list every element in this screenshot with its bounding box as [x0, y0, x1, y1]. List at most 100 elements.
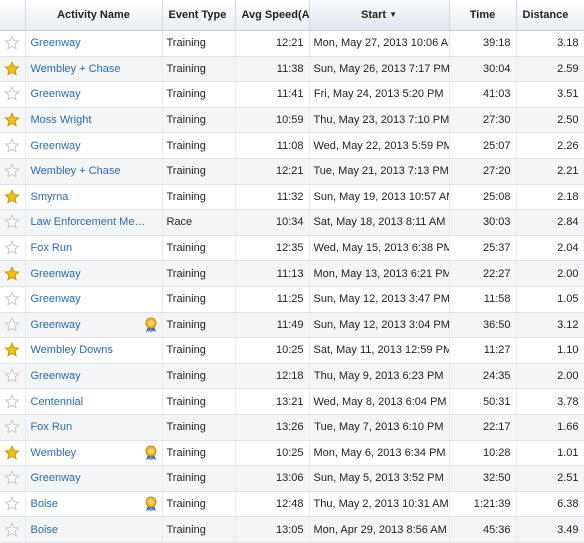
table-row[interactable]: Moss Wright Training 10:59 Thu, May 23, 201…: [0, 107, 584, 134]
star-outline-icon[interactable]: [0, 393, 24, 410]
column-header-avg-speed[interactable]: Avg Speed(Av: [235, 0, 310, 31]
event-type-cell: Training: [162, 107, 236, 134]
avg-speed-cell: 11:32: [235, 184, 310, 211]
star-filled-icon[interactable]: [0, 444, 24, 461]
distance-cell: 1.10: [516, 337, 584, 364]
table-row[interactable]: Smyrna Training 11:32 Sun, May 19, 2013 10:…: [0, 184, 584, 211]
time-cell: 36:50: [449, 312, 517, 339]
activity-name-link[interactable]: Fox Run: [31, 421, 73, 433]
table-row[interactable]: Boise Training 13:05 Mon, Apr 29, 2013 8:56…: [0, 516, 584, 543]
activity-name-link[interactable]: Wembley: [31, 447, 77, 459]
star-outline-icon[interactable]: [0, 137, 24, 154]
star-outline-icon[interactable]: [0, 368, 24, 384]
star-filled-icon[interactable]: [0, 188, 24, 205]
table-row[interactable]: Centennial Training 13:21 Wed, May 8, 2013 …: [0, 388, 584, 415]
activity-name-link[interactable]: Boise: [31, 498, 59, 510]
table-row[interactable]: Greenway Training 11:25 Sun, May 12, 2013 3…: [0, 286, 584, 313]
star-outline-icon[interactable]: [0, 419, 24, 435]
start-cell: Sun, May 19, 2013 10:57 AM: [309, 184, 450, 211]
table-row[interactable]: Boise Training 12:48 Thu, May 2, 2013 10:31…: [0, 491, 584, 518]
distance-cell: 2.50: [516, 107, 584, 134]
activity-name-link[interactable]: Greenway: [31, 370, 81, 382]
column-header-avg-speed-label: Avg Speed(Av: [241, 9, 309, 21]
start-cell: Mon, May 27, 2013 10:06 AM: [309, 30, 450, 57]
table-row[interactable]: Wembley + Chase Training 12:21 Tue, May 21,…: [0, 158, 584, 185]
activity-name-link[interactable]: Greenway: [31, 37, 81, 49]
table-row[interactable]: Greenway Training 11:49 Sun, May 12, 2013 3…: [0, 312, 584, 339]
activity-name-link[interactable]: Greenway: [31, 472, 81, 484]
event-type-cell: Training: [162, 312, 236, 339]
time-cell: 11:58: [449, 286, 517, 313]
star-outline-icon[interactable]: [0, 35, 24, 51]
column-header-activity-name[interactable]: Activity Name: [25, 0, 163, 31]
activity-name-link[interactable]: Boise: [31, 524, 59, 536]
star-filled-icon[interactable]: [0, 60, 24, 77]
activity-name-cell: Smyrna: [25, 184, 163, 211]
star-filled-icon[interactable]: [0, 265, 24, 282]
table-row[interactable]: Wembley Training 10:25 Mon, May 6, 2013 6:3…: [0, 440, 584, 467]
table-row[interactable]: Fox Run Training 13:26 Tue, May 7, 2013 6:1…: [0, 414, 584, 441]
table-row[interactable]: Greenway Training 11:41 Fri, May 24, 2013 5…: [0, 81, 584, 108]
activity-name-cell: Greenway: [25, 286, 163, 313]
table-row[interactable]: Greenway Training 11:13 Mon, May 13, 2013 6…: [0, 260, 584, 287]
table-row[interactable]: Wembley Downs Training 10:25 Sat, May 11, 2…: [0, 337, 584, 364]
start-cell: Tue, May 21, 2013 7:13 PM: [309, 158, 450, 185]
time-cell: 45:36: [449, 516, 517, 543]
activity-name-link[interactable]: Law Enforcement Me…: [31, 216, 146, 228]
table-row[interactable]: Greenway Training 11:08 Wed, May 22, 2013 5…: [0, 132, 584, 159]
distance-cell: 1.66: [516, 414, 584, 441]
column-header-start[interactable]: Start ▼: [309, 0, 450, 31]
activity-name-link[interactable]: Fox Run: [31, 242, 73, 254]
avg-speed-cell: 11:08: [235, 132, 310, 159]
star-filled-icon[interactable]: [0, 342, 24, 358]
activity-name-link[interactable]: Centennial: [31, 396, 84, 408]
favorite-cell: [0, 158, 26, 185]
favorite-cell: [0, 414, 26, 441]
activity-name-link[interactable]: Greenway: [31, 268, 81, 280]
table-row[interactable]: Greenway Training 12:18 Thu, May 9, 2013 6:…: [0, 363, 584, 390]
star-outline-icon[interactable]: [0, 291, 24, 307]
star-outline-icon[interactable]: [0, 316, 24, 333]
activity-name-link[interactable]: Greenway: [31, 88, 81, 100]
star-filled-icon[interactable]: [0, 112, 24, 128]
start-cell: Mon, May 13, 2013 6:21 PM: [309, 260, 450, 287]
avg-speed-cell: 12:48: [235, 491, 310, 518]
avg-speed-cell: 11:25: [235, 286, 310, 313]
time-cell: 50:31: [449, 388, 517, 415]
column-header-favorite[interactable]: [0, 0, 26, 31]
activity-name-link[interactable]: Wembley + Chase: [31, 165, 121, 177]
column-header-time[interactable]: Time: [449, 0, 517, 31]
activity-name-link[interactable]: Wembley + Chase: [31, 63, 121, 75]
table-row[interactable]: Fox Run Training 12:35 Wed, May 15, 2013 6:…: [0, 235, 584, 262]
activity-name-cell: Wembley: [25, 440, 163, 467]
event-type-cell: Training: [162, 363, 236, 390]
table-row[interactable]: Greenway Training 13:06 Sun, May 5, 2013 3:…: [0, 465, 584, 492]
star-outline-icon[interactable]: [0, 214, 24, 230]
favorite-cell: [0, 56, 26, 83]
distance-cell: 3.78: [516, 388, 584, 415]
avg-speed-cell: 12:35: [235, 235, 310, 262]
column-header-event-type[interactable]: Event Type: [162, 0, 236, 31]
avg-speed-cell: 11:49: [235, 312, 310, 339]
activity-name-link[interactable]: Smyrna: [31, 191, 69, 203]
activity-name-link[interactable]: Moss Wright: [31, 114, 92, 126]
star-outline-icon[interactable]: [0, 521, 24, 538]
favorite-cell: [0, 440, 26, 467]
star-outline-icon[interactable]: [0, 86, 24, 102]
column-header-distance[interactable]: Distance: [516, 0, 584, 31]
table-row[interactable]: Law Enforcement Me… Race 10:34 Sat, May 18,…: [0, 209, 584, 236]
star-outline-icon[interactable]: [0, 240, 24, 256]
table-row[interactable]: Wembley + Chase Training 11:38 Sun, May 26,…: [0, 56, 584, 83]
activity-name-link[interactable]: Greenway: [31, 319, 81, 331]
star-outline-icon[interactable]: [0, 163, 24, 179]
start-cell: Sun, May 12, 2013 3:47 PM: [309, 286, 450, 313]
star-outline-icon[interactable]: [0, 470, 24, 486]
avg-speed-cell: 13:21: [235, 388, 310, 415]
activity-name-link[interactable]: Wembley Downs: [31, 344, 113, 356]
table-row[interactable]: Greenway Training 12:21 Mon, May 27, 2013 1…: [0, 30, 584, 57]
column-header-start-label: Start: [361, 9, 387, 21]
activity-name-link[interactable]: Greenway: [31, 140, 81, 152]
activity-name-link[interactable]: Greenway: [31, 293, 81, 305]
star-outline-icon[interactable]: [0, 495, 24, 512]
event-type-cell: Training: [162, 81, 236, 108]
